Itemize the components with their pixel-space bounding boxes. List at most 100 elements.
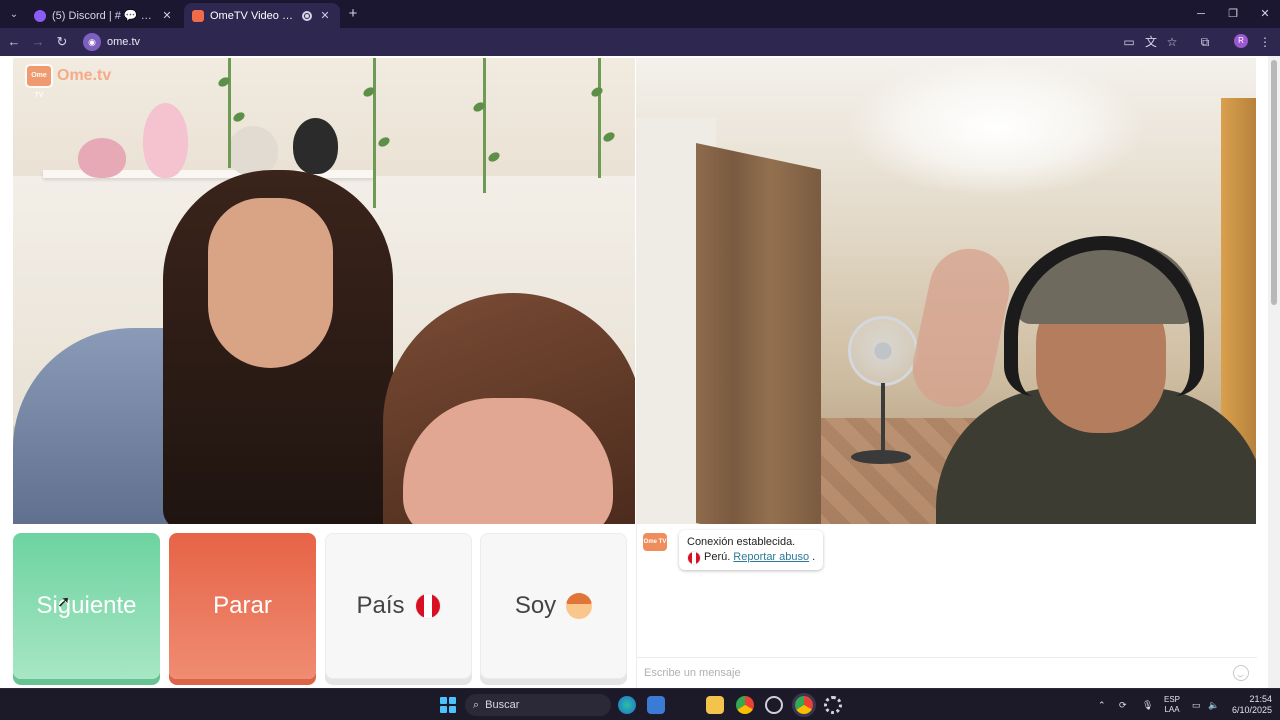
new-tab-button[interactable]: + <box>344 5 362 23</box>
cast-icon[interactable]: ▭ <box>1120 33 1138 51</box>
message-input[interactable] <box>644 662 1233 684</box>
emoji-icon[interactable] <box>1233 665 1249 681</box>
plush-toy <box>228 126 278 176</box>
plush-toy <box>78 138 126 178</box>
windows-taskbar: ⌕ Buscar ⌃ ⟳ 🎙 ESP LAA ▭ 🔈 21:54 6/10/20… <box>0 688 1280 720</box>
page-viewport: Siguiente Parar País Soy Ome TV Conexión… <box>0 56 1280 688</box>
ometv-favicon-icon <box>192 9 204 22</box>
tab-close-button[interactable]: ✕ <box>318 9 332 22</box>
chat-panel: Ome TV Conexión establecida. Perú. Repor… <box>636 525 1257 688</box>
ceiling-light <box>846 58 1146 198</box>
next-button[interactable]: Siguiente <box>13 533 160 679</box>
window-close-button[interactable]: ✕ <box>1250 4 1280 24</box>
reload-icon[interactable]: ↻ <box>53 33 71 51</box>
leaf <box>601 130 617 144</box>
wardrobe <box>696 143 821 524</box>
keyboard-layout: LAA <box>1164 705 1180 714</box>
scrollbar-thumb[interactable] <box>1271 60 1277 305</box>
back-icon[interactable]: ← <box>5 33 23 51</box>
vine-decoration <box>228 58 231 168</box>
gender-button-label: Soy <box>514 592 557 619</box>
network-icon[interactable]: ▭ <box>1192 689 1201 720</box>
browser-toolbar: ← → ↻ ◉ ome.tv ▭ 文 ☆ ⧉ ⋮ <box>0 28 1280 56</box>
country-button[interactable]: País <box>325 533 472 679</box>
peru-flag-icon <box>687 550 701 565</box>
chat-input-bar <box>637 657 1257 688</box>
vine-decoration <box>483 58 486 193</box>
fan-pole <box>881 383 885 453</box>
profile-avatar[interactable]: R <box>1234 34 1248 48</box>
tab-close-button[interactable]: ✕ <box>160 9 174 22</box>
tab-ometv[interactable]: OmeTV Video Chat — Ome ✕ <box>184 3 340 28</box>
windows-start-icon[interactable] <box>440 697 456 713</box>
next-button-label: Siguiente <box>36 592 137 619</box>
search-icon: ⌕ <box>473 698 480 711</box>
report-suffix: . <box>812 551 816 563</box>
country-button-label: País <box>356 592 405 619</box>
tab-discord[interactable]: (5) Discord | # 💬 • chat-general ✕ <box>26 3 182 28</box>
ometv-logo-icon: Ome TV <box>25 64 53 99</box>
star-icon[interactable]: ☆ <box>1163 33 1181 51</box>
local-video <box>13 58 635 524</box>
system-message: Conexión establecida. Perú. Reportar abu… <box>679 530 824 570</box>
restore-button[interactable]: ❐ <box>1218 4 1248 24</box>
menu-icon[interactable]: ⋮ <box>1256 33 1274 51</box>
system-clock[interactable]: 21:54 6/10/2025 <box>1226 694 1272 716</box>
chrome-icon[interactable] <box>736 696 754 714</box>
clock-date: 6/10/2025 <box>1231 705 1272 715</box>
edge-icon[interactable] <box>618 696 636 714</box>
page-scrollbar[interactable] <box>1268 56 1280 688</box>
tab-strip: ⌄ (5) Discord | # 💬 • chat-general ✕ Ome… <box>0 0 1280 28</box>
leaf <box>231 110 247 124</box>
language-indicator[interactable]: ESP LAA <box>1164 695 1180 715</box>
ometv-logo-text: Ome.tv <box>57 67 112 84</box>
ometv-logo-icon: Ome TV <box>643 533 667 551</box>
tray-overflow-icon[interactable]: ⌃ <box>1098 689 1106 720</box>
ometv-logo[interactable]: Ome TV Ome.tv <box>25 64 112 99</box>
github-icon[interactable] <box>765 696 783 714</box>
clock-time: 21:54 <box>1249 694 1272 704</box>
leaf <box>376 135 392 149</box>
leaf <box>486 150 502 164</box>
person-face <box>208 198 333 368</box>
site-info-icon[interactable]: ◉ <box>83 33 101 51</box>
partner-country: Perú. <box>704 551 731 563</box>
report-abuse-link[interactable]: Reportar abuso <box>733 550 809 565</box>
sync-icon[interactable]: ⟳ <box>1119 689 1127 720</box>
chrome-profile-icon[interactable] <box>795 696 813 714</box>
fan-base <box>851 450 911 464</box>
standing-fan <box>848 316 918 386</box>
volume-icon[interactable]: 🔈 <box>1208 689 1219 720</box>
stop-button[interactable]: Parar <box>169 533 316 679</box>
vine-decoration <box>598 58 601 178</box>
store-icon[interactable] <box>647 696 665 714</box>
waving-hand <box>905 241 1017 415</box>
tab-search-button[interactable]: ⌄ <box>5 5 23 23</box>
remote-video <box>636 58 1256 524</box>
microphone-icon[interactable]: 🎙 <box>1142 689 1153 720</box>
file-explorer-icon[interactable] <box>706 696 724 714</box>
mouse-cursor-icon: ➚ <box>57 594 71 611</box>
tab-title: (5) Discord | # 💬 • chat-general <box>52 10 154 22</box>
connection-status: Conexión establecida. <box>687 536 796 548</box>
settings-icon[interactable] <box>824 696 842 714</box>
discord-icon <box>34 9 46 22</box>
vine-decoration <box>373 58 376 208</box>
taskbar-search-label: Buscar <box>485 699 520 711</box>
gender-button[interactable]: Soy <box>480 533 627 679</box>
recording-indicator-icon <box>302 10 312 21</box>
minimize-button[interactable]: ─ <box>1186 4 1216 24</box>
plush-toy <box>143 103 188 178</box>
leaf <box>589 85 605 99</box>
peru-flag-icon <box>414 593 441 619</box>
tab-title: OmeTV Video Chat — Ome <box>210 9 296 22</box>
language-code: ESP <box>1164 695 1181 704</box>
extensions-icon[interactable]: ⧉ <box>1196 33 1214 51</box>
address-bar[interactable]: ◉ ome.tv <box>80 31 1190 53</box>
boy-emoji-icon <box>566 593 593 619</box>
url-text[interactable]: ome.tv <box>107 36 140 48</box>
forward-icon[interactable]: → <box>29 33 47 51</box>
stop-button-label: Parar <box>213 592 272 619</box>
taskbar-search[interactable]: ⌕ Buscar <box>465 694 611 716</box>
translate-icon[interactable]: 文 <box>1142 33 1160 51</box>
